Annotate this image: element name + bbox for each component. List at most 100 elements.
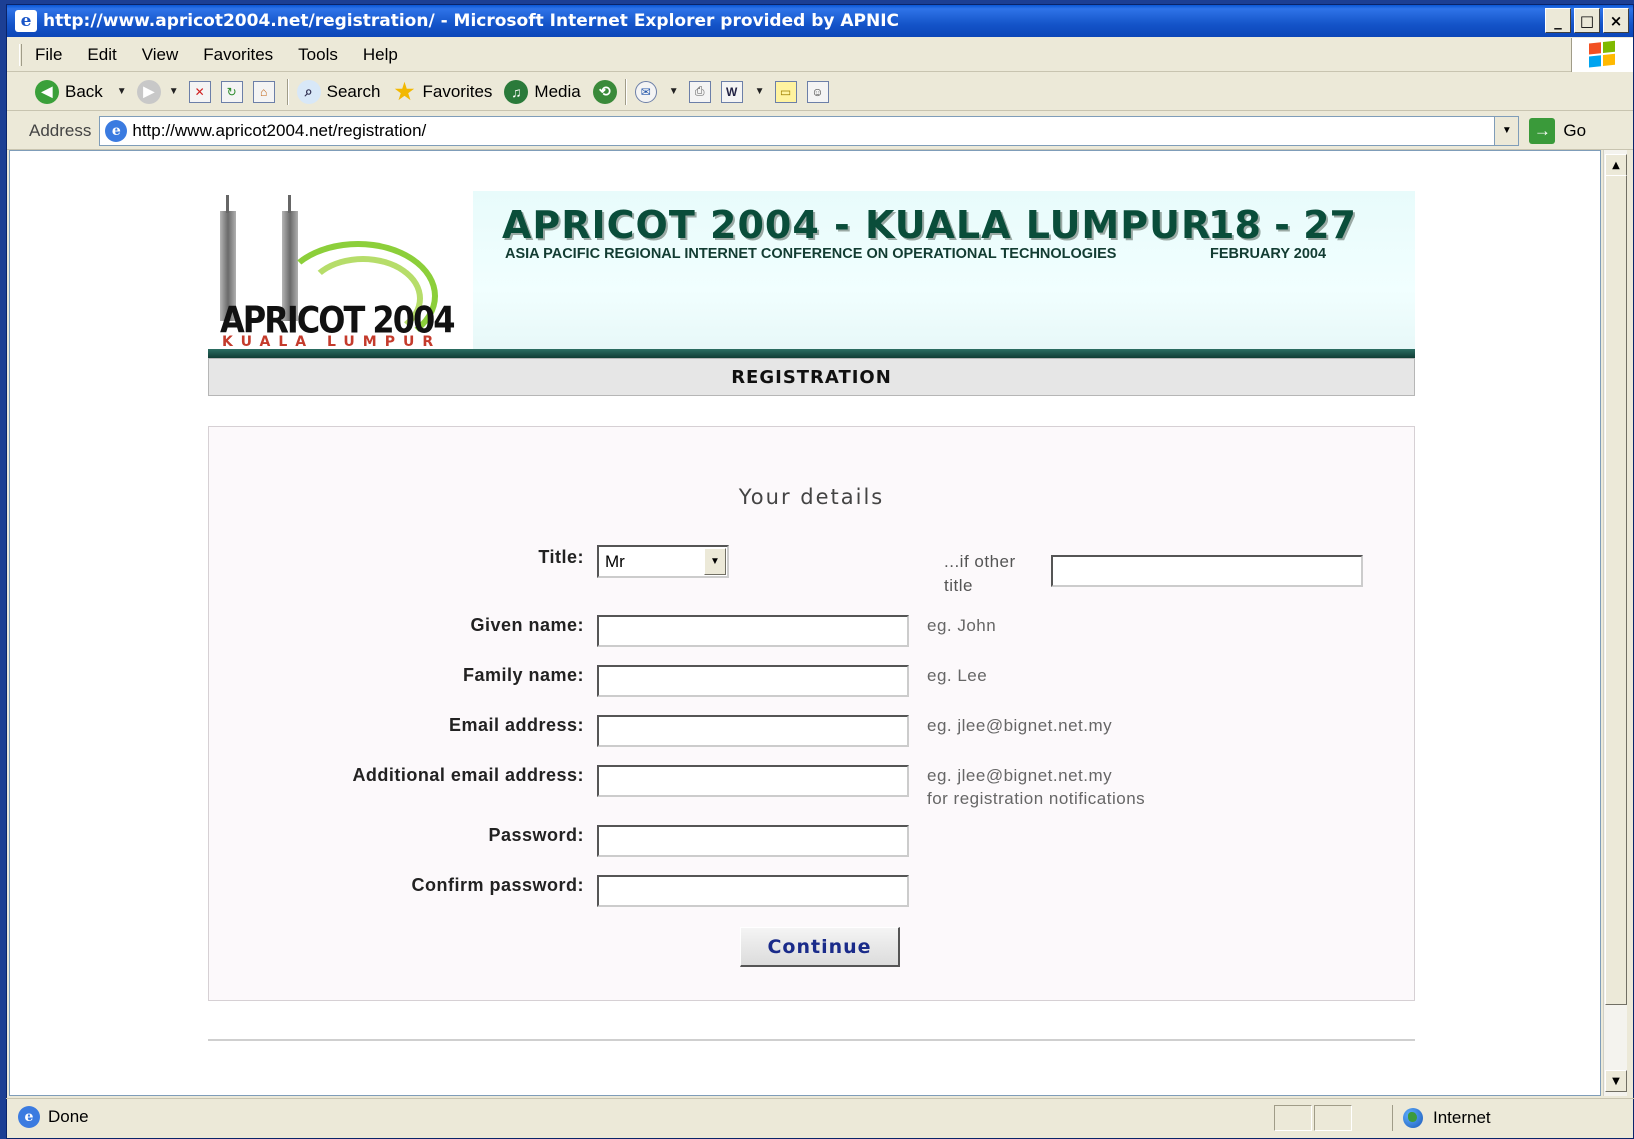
- go-arrow-icon: →: [1529, 117, 1556, 144]
- edit-dropdown-icon[interactable]: ▼: [755, 86, 765, 97]
- windows-logo: [1571, 38, 1633, 72]
- given-name-hint: eg. John: [927, 616, 997, 635]
- menu-grip: [19, 44, 22, 66]
- media-button[interactable]: ♫ Media: [504, 79, 581, 104]
- address-url: http://www.apricot2004.net/registration/: [132, 120, 427, 140]
- search-label: Search: [326, 81, 381, 101]
- family-name-hint: eg. Lee: [927, 666, 988, 685]
- menu-view[interactable]: View: [142, 45, 179, 65]
- maximize-button[interactable]: □: [1574, 8, 1600, 33]
- go-button[interactable]: → Go: [1529, 117, 1587, 144]
- confirm-password-input[interactable]: [597, 875, 909, 907]
- toolbar-separator: [286, 78, 289, 105]
- confirm-password-label: Confirm password:: [411, 875, 584, 895]
- toolbar-separator: [624, 78, 627, 105]
- windows-flag-icon: [1588, 40, 1617, 70]
- additional-email-hint: eg. jlee@bignet.net.my: [927, 766, 1113, 785]
- registration-form: Your details Title: Mr ▼ ...if other tit…: [208, 426, 1415, 1001]
- search-icon: ⌕: [296, 79, 321, 104]
- banner-dates: 18 - 27: [1208, 203, 1356, 247]
- section-title: REGISTRATION: [208, 358, 1415, 396]
- scroll-down-icon[interactable]: ▼: [1605, 1070, 1627, 1092]
- back-dropdown-icon[interactable]: ▼: [117, 86, 127, 97]
- zone-label: Internet: [1433, 1108, 1491, 1127]
- print-icon[interactable]: ⎙: [688, 80, 711, 103]
- menu-help[interactable]: Help: [363, 45, 398, 65]
- media-icon: ♫: [504, 79, 529, 104]
- page-viewport: APRICOT 2004 KUALA LUMPUR APRICOT 2004 -…: [9, 150, 1601, 1096]
- form-heading: Your details: [738, 485, 885, 509]
- mail-dropdown-icon[interactable]: ▼: [669, 86, 679, 97]
- search-button[interactable]: ⌕ Search: [296, 79, 381, 104]
- title-select[interactable]: Mr ▼: [597, 545, 729, 578]
- favorites-label: Favorites: [422, 81, 493, 101]
- star-icon: ★: [394, 78, 415, 104]
- messenger-icon[interactable]: ☺: [806, 80, 829, 103]
- title-bar[interactable]: e http://www.apricot2004.net/registratio…: [7, 5, 1633, 37]
- email-hint: eg. jlee@bignet.net.my: [927, 716, 1113, 735]
- address-dropdown-icon[interactable]: ▼: [1494, 116, 1519, 145]
- refresh-icon[interactable]: ↻: [220, 80, 243, 103]
- history-icon[interactable]: ⟲: [592, 79, 617, 104]
- go-label: Go: [1563, 120, 1587, 140]
- status-panel: [1274, 1105, 1312, 1131]
- additional-email-note: for registration notifications: [927, 789, 1146, 808]
- window-title: http://www.apricot2004.net/registration/…: [43, 11, 900, 31]
- scroll-thumb[interactable]: [1605, 175, 1627, 1005]
- ie-icon: e: [15, 10, 37, 32]
- back-label: Back: [65, 81, 103, 101]
- stop-icon[interactable]: ✕: [188, 80, 211, 103]
- given-name-input[interactable]: [597, 615, 909, 647]
- apricot-logo: APRICOT 2004 KUALA LUMPUR: [208, 191, 473, 356]
- menu-favorites[interactable]: Favorites: [203, 45, 273, 65]
- menu-tools[interactable]: Tools: [298, 45, 338, 65]
- other-title-input[interactable]: [1051, 555, 1363, 587]
- menu-edit[interactable]: Edit: [87, 45, 116, 65]
- banner-subtitle: ASIA PACIFIC REGIONAL INTERNET CONFERENC…: [505, 246, 1117, 262]
- globe-icon: [1403, 1108, 1423, 1128]
- status-panel: [1314, 1105, 1352, 1131]
- word-edit-icon[interactable]: W: [720, 80, 743, 103]
- page-status-icon: e: [18, 1106, 40, 1128]
- banner-month: FEBRUARY 2004: [1210, 246, 1327, 262]
- email-input[interactable]: [597, 715, 909, 747]
- chevron-down-icon[interactable]: ▼: [704, 548, 726, 575]
- minimize-button[interactable]: _: [1545, 8, 1571, 33]
- menu-bar: File Edit View Favorites Tools Help: [7, 38, 1633, 72]
- given-name-label: Given name:: [470, 615, 584, 635]
- additional-email-input[interactable]: [597, 765, 909, 797]
- back-button[interactable]: ◀ Back: [35, 79, 103, 104]
- status-text: Done: [48, 1107, 89, 1126]
- home-icon[interactable]: ⌂: [252, 80, 275, 103]
- banner-divider: [208, 349, 1415, 358]
- forward-arrow-icon[interactable]: ▶: [136, 79, 161, 104]
- other-title-label: ...if other title: [944, 552, 1016, 595]
- site-banner: APRICOT 2004 KUALA LUMPUR APRICOT 2004 -…: [208, 191, 1415, 356]
- address-input[interactable]: e http://www.apricot2004.net/registratio…: [99, 115, 1520, 146]
- logo-city: KUALA LUMPUR: [222, 334, 442, 350]
- forward-dropdown-icon[interactable]: ▼: [169, 86, 179, 97]
- password-input[interactable]: [597, 825, 909, 857]
- scroll-up-icon[interactable]: ▲: [1605, 154, 1627, 176]
- discuss-icon[interactable]: ▭: [774, 80, 797, 103]
- family-name-label: Family name:: [462, 665, 584, 685]
- page-icon: e: [105, 119, 128, 142]
- menu-file[interactable]: File: [35, 45, 62, 65]
- banner-title: APRICOT 2004 - KUALA LUMPUR: [502, 203, 1212, 247]
- title-label: Title:: [538, 547, 584, 567]
- mail-icon[interactable]: ✉: [634, 80, 657, 103]
- address-bar: Address e http://www.apricot2004.net/reg…: [7, 112, 1633, 150]
- password-label: Password:: [488, 825, 584, 845]
- title-select-value: Mr: [605, 551, 625, 571]
- vertical-scrollbar[interactable]: ▲ ▼: [1603, 150, 1627, 1096]
- close-button[interactable]: ×: [1603, 8, 1629, 33]
- status-bar: e Done Internet: [6, 1098, 1634, 1135]
- continue-button[interactable]: Continue: [740, 927, 900, 967]
- standard-toolbar: ◀ Back ▼ ▶ ▼ ✕ ↻ ⌂ ⌕ Search ★ Favorites …: [7, 73, 1633, 111]
- email-label: Email address:: [448, 715, 584, 735]
- footer-divider: [208, 1039, 1415, 1041]
- additional-email-label: Additional email address:: [352, 765, 584, 785]
- back-arrow-icon: ◀: [35, 79, 59, 104]
- family-name-input[interactable]: [597, 665, 909, 697]
- favorites-button[interactable]: ★ Favorites: [392, 78, 493, 104]
